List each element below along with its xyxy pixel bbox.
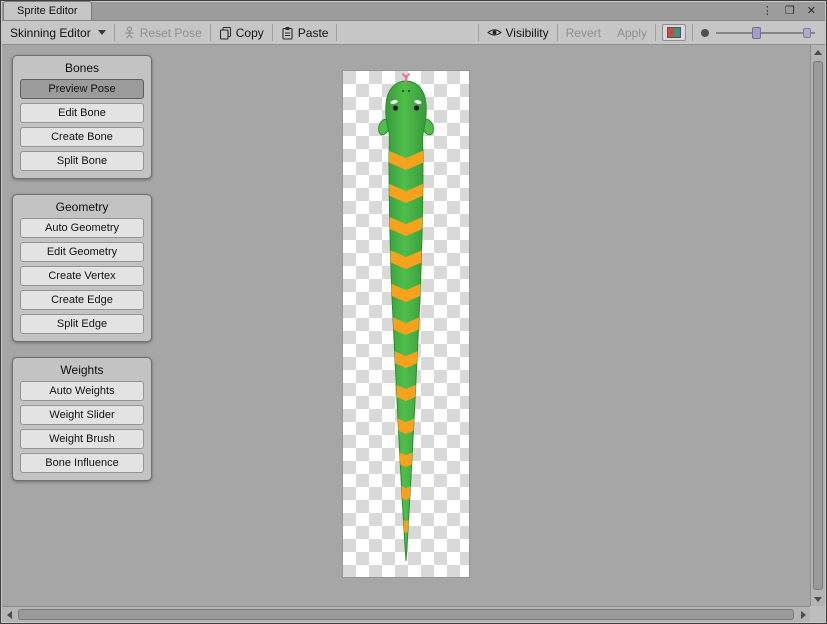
tab-strip: Sprite Editor ⋮ ❐ ✕ (2, 2, 825, 21)
edit-geometry-button[interactable]: Edit Geometry (20, 242, 144, 262)
vertical-scrollbar-thumb[interactable] (813, 61, 823, 590)
copy-label: Copy (236, 26, 264, 40)
auto-geometry-button[interactable]: Auto Geometry (20, 218, 144, 238)
toolbar-separator (336, 24, 337, 41)
edit-bone-button[interactable]: Edit Bone (20, 103, 144, 123)
split-bone-button[interactable]: Split Bone (20, 151, 144, 171)
horizontal-scrollbar-thumb[interactable] (18, 609, 794, 620)
panel-bones-title: Bones (13, 56, 151, 79)
reset-pose-icon (123, 26, 136, 39)
reset-pose-label: Reset Pose (140, 26, 202, 40)
split-edge-button[interactable]: Split Edge (20, 314, 144, 334)
auto-weights-button[interactable]: Auto Weights (20, 381, 144, 401)
weight-brush-button[interactable]: Weight Brush (20, 429, 144, 449)
scroll-down-button[interactable] (811, 592, 825, 606)
sprite-texture-view[interactable] (343, 71, 469, 577)
horizontal-scrollbar[interactable] (2, 606, 810, 622)
snake-sprite (343, 71, 469, 577)
visibility-button[interactable]: Visibility (479, 21, 557, 44)
panel-weights: Weights Auto Weights Weight Slider Weigh… (12, 357, 152, 481)
panel-weights-title: Weights (13, 358, 151, 381)
bone-influence-button[interactable]: Bone Influence (20, 453, 144, 473)
panel-geometry-title: Geometry (13, 195, 151, 218)
kebab-menu-icon[interactable]: ⋮ (762, 6, 773, 17)
visibility-label: Visibility (506, 26, 549, 40)
zoom-slider-end-mark (803, 28, 811, 38)
revert-label: Revert (566, 26, 601, 40)
zoom-slider[interactable] (693, 21, 825, 44)
sprite-editor-window: Sprite Editor ⋮ ❐ ✕ Skinning Editor Rese… (0, 0, 827, 624)
scroll-up-icon (814, 50, 822, 55)
copy-icon (219, 26, 232, 40)
copy-button[interactable]: Copy (211, 21, 272, 44)
apply-label: Apply (617, 26, 647, 40)
create-edge-button[interactable]: Create Edge (20, 290, 144, 310)
scroll-left-icon (7, 611, 12, 619)
scrollbar-corner (810, 606, 825, 622)
create-vertex-button[interactable]: Create Vertex (20, 266, 144, 286)
rgb-channels-button[interactable] (662, 24, 686, 41)
maximize-icon[interactable]: ❐ (785, 6, 795, 17)
canvas-area[interactable]: Bones Preview Pose Edit Bone Create Bone… (2, 45, 810, 606)
toolbar-right-group: Visibility Revert Apply (478, 21, 826, 44)
revert-button[interactable]: Revert (558, 21, 609, 44)
skinning-editor-label: Skinning Editor (10, 26, 91, 40)
panel-geometry: Geometry Auto Geometry Edit Geometry Cre… (12, 194, 152, 342)
tab-title: Sprite Editor (17, 5, 78, 17)
scroll-right-button[interactable] (796, 608, 810, 622)
zoom-slider-thumb[interactable] (752, 27, 761, 39)
paste-label: Paste (298, 26, 329, 40)
preview-pose-button[interactable]: Preview Pose (20, 79, 144, 99)
scroll-up-button[interactable] (811, 45, 825, 59)
panel-bones: Bones Preview Pose Edit Bone Create Bone… (12, 55, 152, 179)
toolbar: Skinning Editor Reset Pose Copy (2, 21, 825, 45)
rgb-channels-icon (667, 27, 681, 38)
zoom-slider-track[interactable] (716, 32, 815, 34)
zoom-dot-icon (701, 29, 709, 37)
close-icon[interactable]: ✕ (807, 6, 816, 17)
scroll-down-icon (814, 597, 822, 602)
apply-button[interactable]: Apply (609, 21, 655, 44)
paste-icon (281, 26, 294, 40)
tab-sprite-editor[interactable]: Sprite Editor (3, 1, 92, 20)
create-bone-button[interactable]: Create Bone (20, 127, 144, 147)
reset-pose-button[interactable]: Reset Pose (115, 21, 210, 44)
skinning-editor-dropdown[interactable]: Skinning Editor (2, 21, 114, 44)
chevron-down-icon (98, 30, 106, 35)
scroll-right-icon (801, 611, 806, 619)
window-controls: ⋮ ❐ ✕ (762, 2, 825, 20)
vertical-scrollbar[interactable] (810, 45, 825, 606)
eye-icon (487, 27, 502, 38)
scroll-left-button[interactable] (2, 608, 16, 622)
toolbar-separator (655, 24, 656, 41)
weight-slider-button[interactable]: Weight Slider (20, 405, 144, 425)
paste-button[interactable]: Paste (273, 21, 337, 44)
